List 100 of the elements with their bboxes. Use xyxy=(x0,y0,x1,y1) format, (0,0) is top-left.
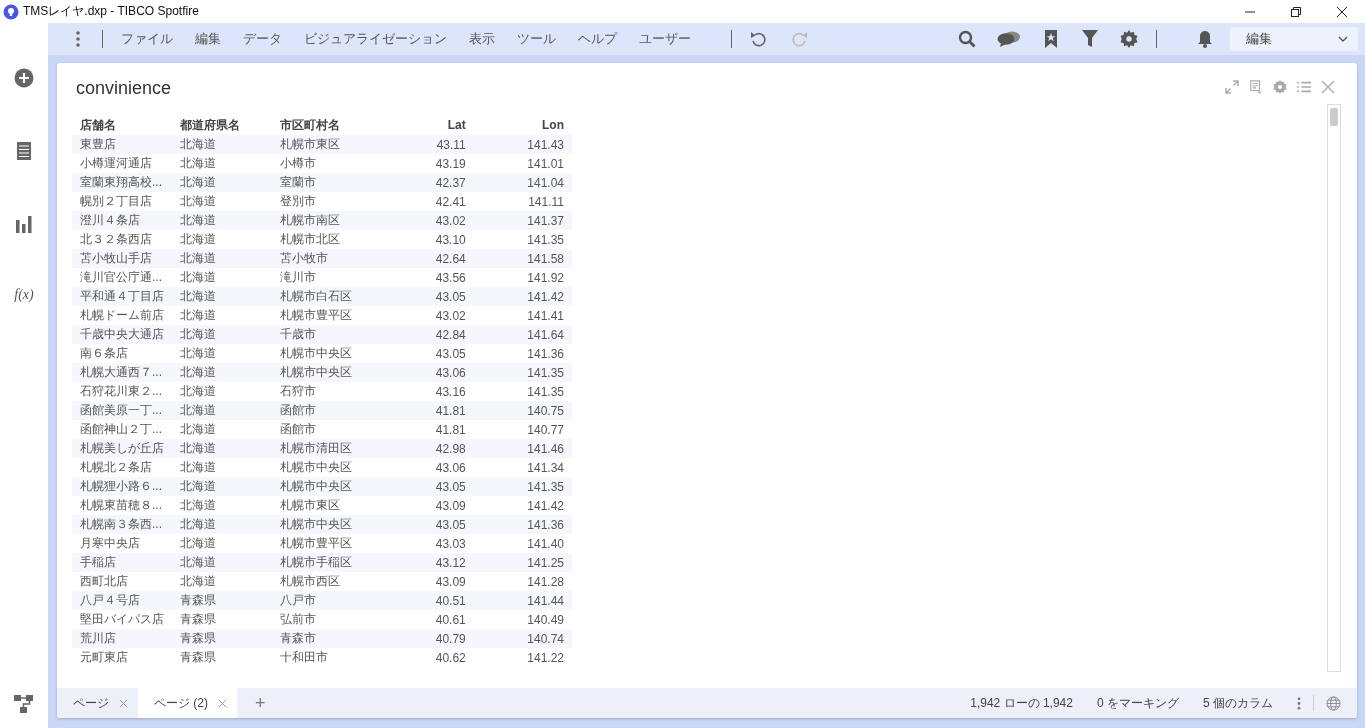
menu-item[interactable]: ファイル xyxy=(121,30,173,48)
table-cell: 札幌市中央区 xyxy=(272,458,388,477)
table-cell: 43.06 xyxy=(388,458,474,477)
table-cell: 札幌市白石区 xyxy=(272,287,388,306)
table-cell: 141.46 xyxy=(473,439,572,458)
filter-icon[interactable] xyxy=(1081,30,1099,48)
table-cell: 141.35 xyxy=(473,477,572,496)
table-cell: 141.04 xyxy=(473,173,572,192)
table-cell: 141.11 xyxy=(473,192,572,211)
table-cell: 43.10 xyxy=(388,230,474,249)
table-cell: 札幌市中央区 xyxy=(272,344,388,363)
table-cell: 函館神山２丁... xyxy=(72,420,172,439)
menu-item[interactable]: 表示 xyxy=(469,30,495,48)
table-cell: 弘前市 xyxy=(272,610,388,629)
restore-icon[interactable] xyxy=(1291,6,1301,17)
table-cell: 43.05 xyxy=(388,515,474,534)
table-cell: 登別市 xyxy=(272,192,388,211)
notification-bell-icon[interactable] xyxy=(1196,30,1214,48)
menu-item[interactable]: 編集 xyxy=(195,30,221,48)
table-cell: 140.77 xyxy=(473,420,572,439)
table-cell: 北海道 xyxy=(172,211,272,230)
vertical-scrollbar[interactable] xyxy=(1327,104,1341,672)
close-tab-icon[interactable] xyxy=(119,698,128,708)
table-cell: 北海道 xyxy=(172,439,272,458)
table-cell: 札幌市中央区 xyxy=(272,363,388,382)
bookmark-icon[interactable] xyxy=(1042,30,1060,48)
table-cell: 141.92 xyxy=(473,268,572,287)
bar-chart-icon[interactable] xyxy=(14,214,34,234)
close-icon[interactable] xyxy=(1337,6,1347,17)
table-cell: 40.61 xyxy=(388,610,474,629)
table-cell: 北３２条西店 xyxy=(72,230,172,249)
table-cell: 荒川店 xyxy=(72,629,172,648)
scrollbar-thumb[interactable] xyxy=(1330,108,1338,126)
comments-icon[interactable] xyxy=(997,30,1021,48)
close-tab-icon[interactable] xyxy=(218,698,227,708)
column-header[interactable]: 店舗名 xyxy=(72,115,172,135)
column-header[interactable]: 市区町村名 xyxy=(272,115,388,135)
table-cell: 札幌北２条店 xyxy=(72,458,172,477)
table-cell: 140.74 xyxy=(473,629,572,648)
search-icon[interactable] xyxy=(958,30,976,48)
column-header[interactable]: Lon xyxy=(473,115,572,135)
table-cell: 141.58 xyxy=(473,249,572,268)
menu-item[interactable]: ユーザー xyxy=(639,30,691,48)
column-header[interactable]: Lat xyxy=(388,115,474,135)
table-cell: 札幌市中央区 xyxy=(272,515,388,534)
more-icon[interactable] xyxy=(1297,696,1301,710)
table-cell: 43.03 xyxy=(388,534,474,553)
table-cell: 東豊店 xyxy=(72,135,172,154)
status-text: 0 をマーキング xyxy=(1096,694,1179,712)
table-cell: 苫小牧山手店 xyxy=(72,249,172,268)
table-cell: 141.22 xyxy=(473,648,572,667)
table-cell: 141.42 xyxy=(473,287,572,306)
table-cell: 青森県 xyxy=(172,610,272,629)
function-label[interactable]: f(x) xyxy=(14,287,34,303)
table-cell: 43.05 xyxy=(388,287,474,306)
column-header[interactable]: 都道府県名 xyxy=(172,115,272,135)
page-tab[interactable]: ページ (2) xyxy=(138,688,237,718)
mode-dropdown[interactable]: 編集 xyxy=(1230,27,1358,51)
table-cell: 43.06 xyxy=(388,363,474,382)
table-cell: 札幌南３条西... xyxy=(72,515,172,534)
table-cell: 140.75 xyxy=(473,401,572,420)
menu-item[interactable]: ヘルプ xyxy=(578,30,617,48)
menu-item[interactable]: ツール xyxy=(517,30,556,48)
more-icon[interactable] xyxy=(76,31,80,47)
table-cell: 札幌市東区 xyxy=(272,135,388,154)
table-cell: 北海道 xyxy=(172,154,272,173)
list-icon[interactable] xyxy=(14,141,34,161)
hierarchy-icon[interactable] xyxy=(14,694,34,714)
table-cell: 42.98 xyxy=(388,439,474,458)
undo-icon[interactable] xyxy=(750,31,766,47)
table-cell: 札幌市豊平区 xyxy=(272,306,388,325)
settings-icon[interactable] xyxy=(1120,30,1138,48)
table-cell: 42.64 xyxy=(388,249,474,268)
table-cell: 141.25 xyxy=(473,553,572,572)
table-cell: 北海道 xyxy=(172,458,272,477)
table-cell: 北海道 xyxy=(172,477,272,496)
add-icon[interactable] xyxy=(14,68,34,88)
table-cell: 141.35 xyxy=(473,363,572,382)
table-cell: 141.40 xyxy=(473,534,572,553)
table-cell: 堅田バイパス店 xyxy=(72,610,172,629)
menu-item[interactable]: データ xyxy=(243,30,282,48)
table-cell: 43.05 xyxy=(388,344,474,363)
table-cell: 北海道 xyxy=(172,515,272,534)
table-cell: 北海道 xyxy=(172,249,272,268)
table-cell: 141.36 xyxy=(473,515,572,534)
table-cell: 青森市 xyxy=(272,629,388,648)
page-tab[interactable]: ページ xyxy=(57,688,138,718)
table-cell: 西町北店 xyxy=(72,572,172,591)
table-cell: 141.34 xyxy=(473,458,572,477)
add-page-button[interactable]: + xyxy=(255,692,266,714)
globe-icon[interactable] xyxy=(1326,695,1341,711)
table-cell: 函館市 xyxy=(272,420,388,439)
table-cell: 札幌ドーム前店 xyxy=(72,306,172,325)
table-cell: 十和田市 xyxy=(272,648,388,667)
table-cell: 141.35 xyxy=(473,382,572,401)
table-cell: 札幌市手稲区 xyxy=(272,553,388,572)
menu-item[interactable]: ビジュアライゼーション xyxy=(304,30,447,48)
table-cell: 平和通４丁目店 xyxy=(72,287,172,306)
table-cell: 札幌大通西７... xyxy=(72,363,172,382)
table-cell: 北海道 xyxy=(172,496,272,515)
